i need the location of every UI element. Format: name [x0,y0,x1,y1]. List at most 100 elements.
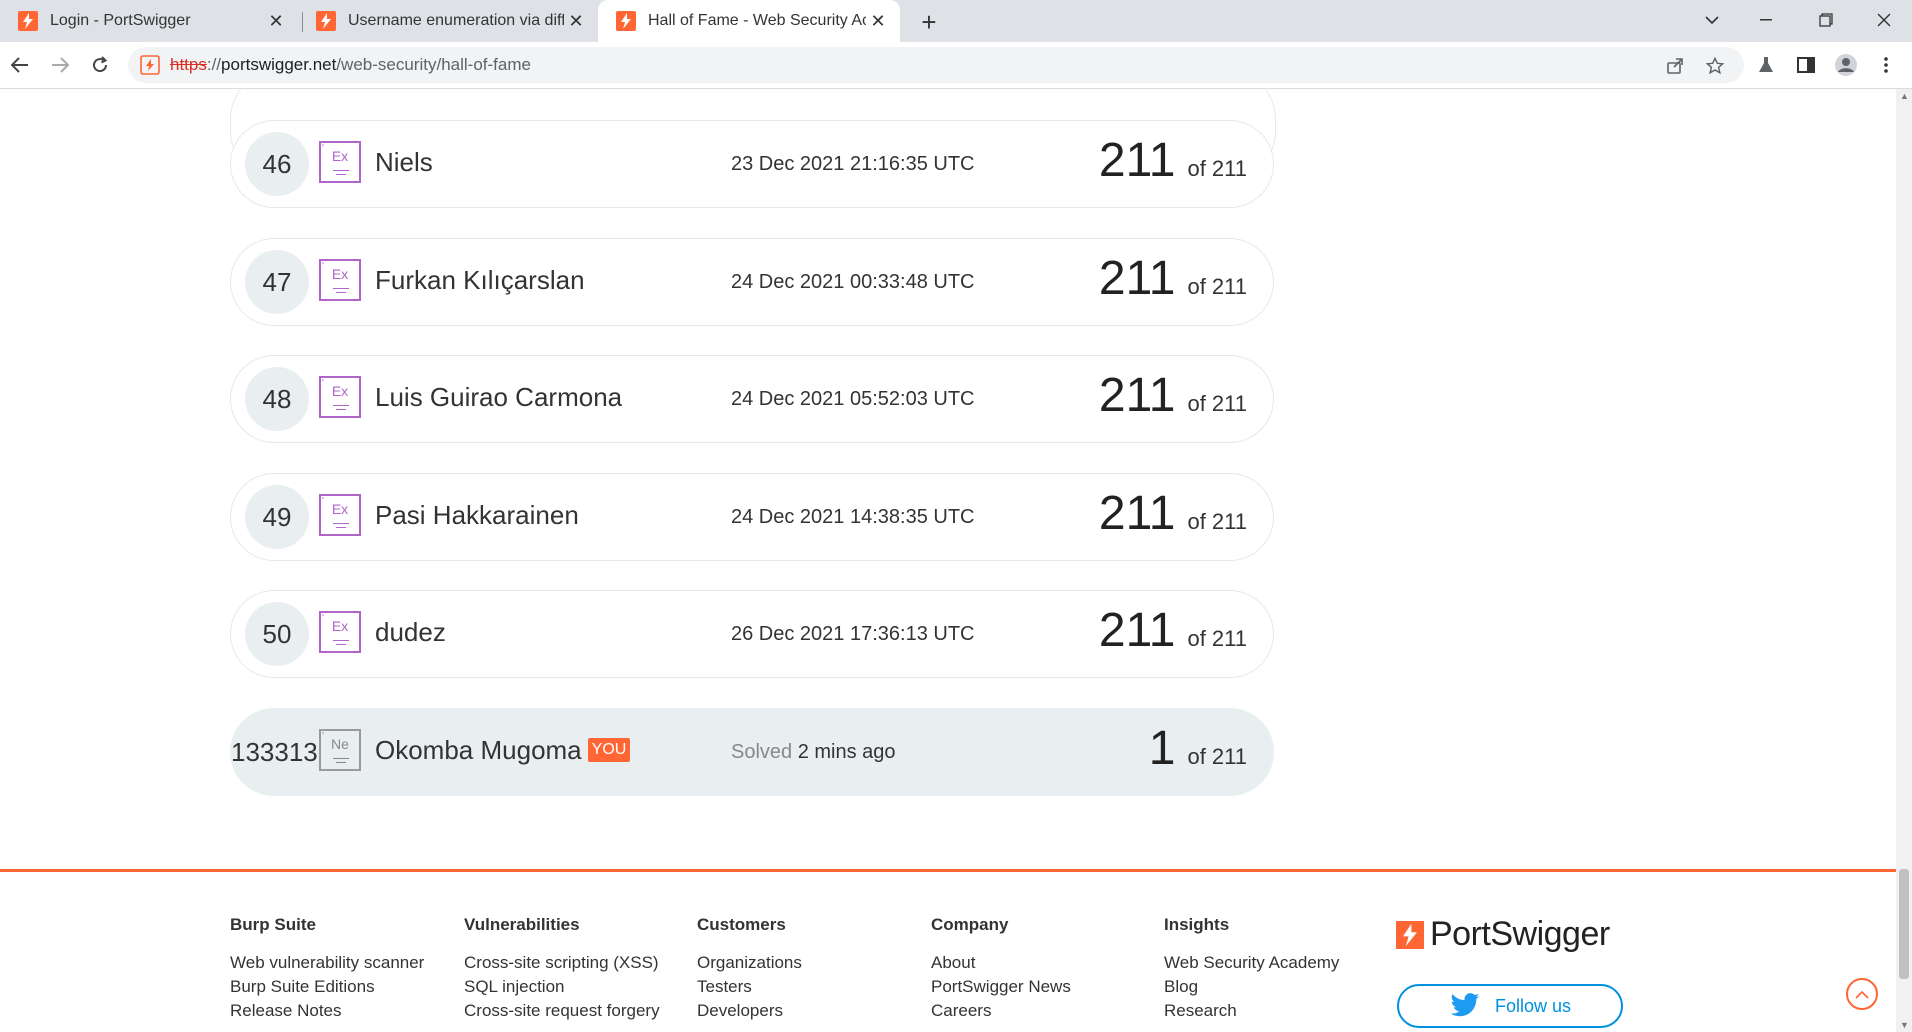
new-tab-button[interactable]: + [913,6,945,38]
footer-heading: Company [931,915,1009,934]
footer-heading: Vulnerabilities [464,915,580,934]
follow-label: Follow us [1494,995,1572,1016]
score: 211 of 211 [1099,486,1247,541]
leaderboard-row: 48 ' Ex Luis Guirao Carmona 24 Dec 2021 0… [230,355,1274,443]
footer-link[interactable]: Burp Suite Editions [230,975,470,999]
share-icon[interactable] [1664,55,1686,77]
tab-login[interactable]: Login - PortSwigger ✕ [0,0,298,42]
back-button[interactable] [4,49,36,81]
user-name: Okomba Mugoma YOU [375,735,631,766]
close-icon[interactable]: ✕ [866,9,890,33]
score-value: 211 [1098,604,1176,657]
footer-link[interactable]: Cross-site scripting (XSS) [464,951,704,975]
footer-heading: Insights [1164,915,1230,934]
level-label: Ex [331,501,349,517]
footer-link[interactable]: PortSwigger News [931,975,1171,999]
rank-number: 133313 [231,736,318,767]
tab-username-enumeration[interactable]: Username enumeration via differ ✕ [298,0,598,42]
portswigger-logo-icon [1396,920,1424,949]
score-total: of 211 [1187,274,1247,299]
leaderboard-row: 46 ' Ex Niels 23 Dec 2021 21:16:35 UTC 21… [230,120,1274,208]
footer-column-customers: Customers Organizations Testers Develope… [697,915,937,1023]
level-label: Ex [331,383,349,399]
solved-time: 2 mins ago [797,741,896,763]
profile-avatar-icon[interactable] [1832,51,1860,79]
footer-link[interactable]: Careers [931,999,1171,1023]
score-total: of 211 [1187,391,1247,416]
footer-link[interactable]: Cross-site request forgery [464,999,704,1023]
footer-divider [0,869,1896,872]
novice-level-badge-icon: ' Ne [319,729,361,771]
expert-level-badge-icon: ' Ex [319,141,361,183]
footer-heading: Customers [697,915,786,934]
footer-link[interactable]: Blog [1164,975,1404,999]
footer-column-burp-suite: Burp Suite Web vulnerability scanner Bur… [230,915,470,1023]
tab-search-chevron-icon[interactable] [1690,0,1734,40]
twitter-follow-button[interactable]: Follow us [1397,984,1623,1028]
score-value: 1 [1148,722,1176,775]
footer-link[interactable]: SQL injection [464,975,704,999]
score-value: 211 [1098,252,1176,305]
footer-link[interactable]: About [931,951,1171,975]
footer-link[interactable]: Developers [697,999,937,1023]
portswigger-logo[interactable]: PortSwigger [1396,915,1610,954]
level-label: Ex [331,266,349,282]
url-separator: :// [206,55,222,74]
scroll-down-arrow-icon[interactable]: ▼ [1900,1020,1909,1030]
page-viewport: 46 ' Ex Niels 23 Dec 2021 21:16:35 UTC 21… [0,89,1896,1032]
score: 211 of 211 [1099,133,1247,188]
score: 211 of 211 [1099,368,1247,423]
reload-button[interactable] [84,49,116,81]
url-scheme: https [170,55,207,74]
footer-link[interactable]: Web vulnerability scanner [230,951,470,975]
restore-button[interactable] [1804,0,1848,40]
footer-link[interactable]: Testers [697,975,937,999]
footer-column-vulnerabilities: Vulnerabilities Cross-site scripting (XS… [464,915,704,1023]
expert-level-badge-icon: ' Ex [319,611,361,653]
footer-link[interactable]: Organizations [697,951,937,975]
bookmark-star-icon[interactable] [1704,55,1726,77]
footer-heading: Burp Suite [230,915,316,934]
rank-number: 48 [245,367,309,431]
portswigger-favicon-icon [316,11,336,31]
twitter-bird-icon [1450,993,1480,1017]
tab-hall-of-fame[interactable]: Hall of Fame - Web Security Acad ✕ [598,0,900,42]
leaderboard-row: 49 ' Ex Pasi Hakkarainen 24 Dec 2021 14:3… [230,473,1274,561]
score-total: of 211 [1187,626,1247,651]
user-name: Pasi Hakkarainen [375,500,579,530]
score-total: of 211 [1187,509,1247,534]
extension-flask-icon[interactable] [1752,51,1780,79]
scroll-up-arrow-icon[interactable]: ▲ [1900,91,1909,101]
minimize-button[interactable] [1744,0,1788,40]
forward-button[interactable] [44,49,76,81]
score: 211 of 211 [1099,603,1247,658]
tab-title: Login - PortSwigger [50,12,191,29]
footer-column-insights: Insights Web Security Academy Blog Resea… [1164,915,1404,1023]
not-secure-icon[interactable] [140,55,160,75]
page-scrollbar[interactable]: ▲ ▼ [1896,89,1912,1032]
back-to-top-icon[interactable] [1846,978,1878,1010]
menu-kebab-icon[interactable] [1872,51,1900,79]
score-total: of 211 [1187,156,1247,181]
side-panel-icon[interactable] [1792,51,1820,79]
score-value: 211 [1098,134,1176,187]
user-name: Furkan Kılıçarslan [375,265,585,295]
url-text[interactable]: https://portswigger.net/web-security/hal… [170,55,531,75]
scrollbar-thumb[interactable] [1899,869,1909,979]
footer-link[interactable]: Research [1164,999,1404,1023]
close-icon[interactable]: ✕ [564,9,588,33]
current-user-row: 133313 ' Ne Okomba Mugoma YOU Solved 2 min… [230,708,1274,796]
footer-link[interactable]: Web Security Academy [1164,951,1404,975]
footer-link[interactable]: Release Notes [230,999,470,1023]
level-label: Ex [331,618,349,634]
browser-toolbar: https://portswigger.net/web-security/hal… [0,42,1912,89]
portswigger-favicon-icon [18,11,38,31]
close-window-button[interactable] [1862,0,1906,40]
expert-level-badge-icon: ' Ex [319,494,361,536]
tab-title: Username enumeration via differ [348,12,564,29]
score: 1 of 211 [1149,721,1247,776]
address-bar[interactable]: https://portswigger.net/web-security/hal… [128,47,1744,83]
current-user-name: Okomba Mugoma [375,735,582,765]
completion-date: 23 Dec 2021 21:16:35 UTC [731,153,975,175]
close-icon[interactable]: ✕ [264,9,288,33]
